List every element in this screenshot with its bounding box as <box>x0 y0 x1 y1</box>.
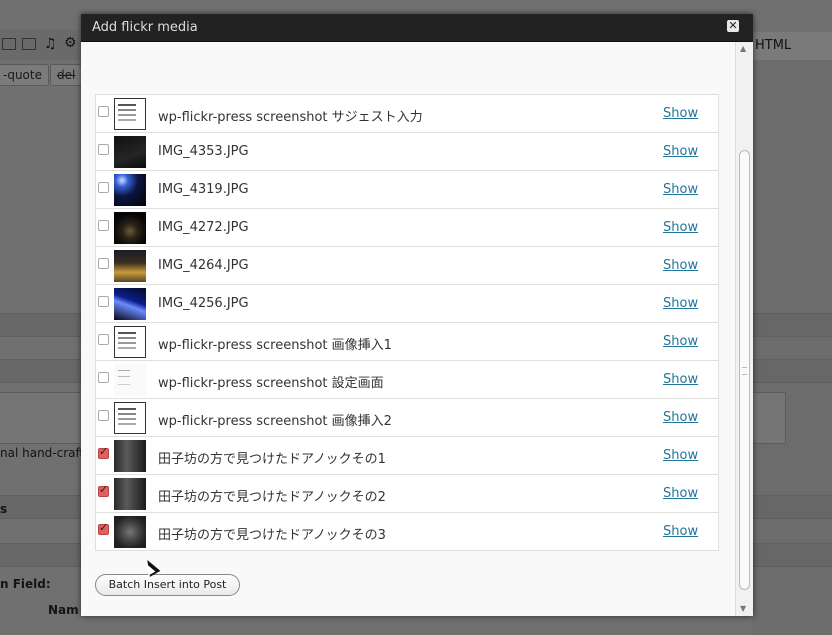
media-thumbnail <box>114 478 146 510</box>
dialog-titlebar: Add flickr media ✕ <box>81 14 753 42</box>
media-row: wp-flickr-press screenshot 画像挿入2 Show <box>96 399 718 437</box>
dialog-title: Add flickr media <box>92 20 198 35</box>
media-thumbnail <box>114 440 146 472</box>
background-text: nal hand-craft <box>0 446 85 460</box>
flickr-media-dialog: Add flickr media ✕ wp-flickr-press scree… <box>81 14 753 616</box>
select-checkbox[interactable] <box>98 372 109 383</box>
background-box <box>752 392 786 444</box>
select-checkbox[interactable] <box>98 410 109 421</box>
show-link[interactable]: Show <box>663 220 698 235</box>
media-thumbnail <box>114 250 146 282</box>
media-thumbnail <box>114 136 146 168</box>
select-checkbox[interactable] <box>98 144 109 155</box>
show-link[interactable]: Show <box>663 296 698 311</box>
media-row: wp-flickr-press screenshot 画像挿入1 Show <box>96 323 718 361</box>
media-thumbnail <box>114 516 146 548</box>
batch-insert-button[interactable]: Batch Insert into Post <box>95 574 240 596</box>
show-link[interactable]: Show <box>663 486 698 501</box>
select-checkbox[interactable] <box>98 483 109 497</box>
select-checkbox[interactable] <box>98 258 109 269</box>
media-row: IMG_4353.JPG Show <box>96 133 718 171</box>
show-link[interactable]: Show <box>663 258 698 273</box>
show-link[interactable]: Show <box>663 106 698 121</box>
media-thumbnail <box>114 174 146 206</box>
media-name: IMG_4264.JPG <box>158 258 249 273</box>
select-checkbox[interactable] <box>98 106 109 117</box>
background-text: s <box>0 502 8 516</box>
media-name: wp-flickr-press screenshot 設定画面 <box>158 376 384 391</box>
toolbar-icon <box>2 38 16 50</box>
scroll-grip-icon <box>742 367 747 375</box>
select-checkbox[interactable] <box>98 521 109 535</box>
media-row: IMG_4319.JPG Show <box>96 171 718 209</box>
media-name: wp-flickr-press screenshot 画像挿入2 <box>158 414 392 429</box>
show-link[interactable]: Show <box>663 334 698 349</box>
media-name: 田子坊の方で見つけたドアノックその2 <box>158 490 386 505</box>
media-name: IMG_4256.JPG <box>158 296 249 311</box>
media-row: IMG_4264.JPG Show <box>96 247 718 285</box>
background-box <box>0 392 86 444</box>
media-row: wp-flickr-press screenshot サジェスト入力 Show <box>96 95 718 133</box>
vertical-scrollbar[interactable]: ▲ ▼ <box>735 42 753 616</box>
media-name: IMG_4272.JPG <box>158 220 249 235</box>
media-thumbnail <box>114 364 146 396</box>
media-row: 田子坊の方で見つけたドアノックその3 Show <box>96 513 718 550</box>
media-name: IMG_4353.JPG <box>158 144 249 159</box>
media-row: 田子坊の方で見つけたドアノックその2 Show <box>96 475 718 513</box>
select-checkbox[interactable] <box>98 220 109 231</box>
media-thumbnail <box>114 98 146 130</box>
background-text: Nam <box>48 603 79 617</box>
media-thumbnail <box>114 212 146 244</box>
media-name: wp-flickr-press screenshot 画像挿入1 <box>158 338 392 353</box>
show-link[interactable]: Show <box>663 182 698 197</box>
select-checkbox[interactable] <box>98 334 109 345</box>
quote-button: -quote <box>0 64 49 86</box>
media-row: wp-flickr-press screenshot 設定画面 Show <box>96 361 718 399</box>
media-list: wp-flickr-press screenshot サジェスト入力 Show IM… <box>95 94 719 551</box>
show-link[interactable]: Show <box>663 448 698 463</box>
del-button: del <box>50 64 83 86</box>
background-text: n Field: <box>0 577 51 591</box>
media-thumbnail <box>114 402 146 434</box>
media-name: IMG_4319.JPG <box>158 182 249 197</box>
dialog-body: wp-flickr-press screenshot サジェスト入力 Show IM… <box>81 42 735 616</box>
toolbar-icon <box>22 38 36 50</box>
select-checkbox[interactable] <box>98 182 109 193</box>
scroll-down-icon[interactable]: ▼ <box>740 604 746 613</box>
media-name: wp-flickr-press screenshot サジェスト入力 <box>158 110 423 125</box>
show-link[interactable]: Show <box>663 410 698 425</box>
select-checkbox[interactable] <box>98 445 109 459</box>
show-link[interactable]: Show <box>663 524 698 539</box>
media-row: IMG_4272.JPG Show <box>96 209 718 247</box>
show-link[interactable]: Show <box>663 372 698 387</box>
media-thumbnail <box>114 288 146 320</box>
scroll-up-icon[interactable]: ▲ <box>740 44 746 53</box>
music-icon: ♫ <box>44 36 57 52</box>
close-icon[interactable]: ✕ <box>727 20 739 32</box>
select-checkbox[interactable] <box>98 296 109 307</box>
show-link[interactable]: Show <box>663 144 698 159</box>
html-tab: HTML <box>752 32 832 60</box>
media-row: 田子坊の方で見つけたドアノックその1 Show <box>96 437 718 475</box>
scrollbar-thumb[interactable] <box>739 150 750 590</box>
media-name: 田子坊の方で見つけたドアノックその3 <box>158 528 386 543</box>
media-name: 田子坊の方で見つけたドアノックその1 <box>158 452 386 467</box>
gear-icon: ⚙ <box>64 35 77 51</box>
media-thumbnail <box>114 326 146 358</box>
media-row: IMG_4256.JPG Show <box>96 285 718 323</box>
